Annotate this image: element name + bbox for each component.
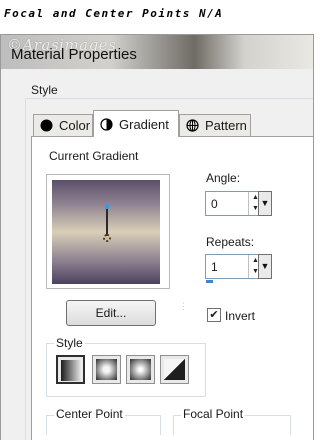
sunburst-swatch: [130, 359, 151, 380]
current-gradient-label: Current Gradient: [49, 149, 139, 163]
linear-swatch: [61, 360, 82, 381]
globe-pattern-icon: [186, 119, 199, 132]
filled-circle-icon: [40, 119, 53, 132]
caption-text: Focal and Center Points N/A: [4, 7, 224, 20]
linear-gradient-icon[interactable]: [56, 355, 85, 384]
angle-needle[interactable]: [106, 205, 108, 236]
center-point-label: Center Point: [54, 407, 125, 421]
invert-label: Invert: [225, 309, 256, 323]
repeats-dropdown-button[interactable]: ▼: [258, 254, 272, 279]
title-bar[interactable]: ©Arasimages Material Properties: [1, 35, 313, 69]
angle-label: Angle:: [206, 171, 241, 185]
edit-gradient-button[interactable]: Edit...: [66, 300, 156, 326]
angle-handle[interactable]: [105, 204, 109, 209]
tab-color-label: Color: [59, 118, 91, 133]
gradient-preview-frame[interactable]: ⋮: [46, 174, 188, 311]
repeats-label: Repeats:: [206, 235, 255, 249]
tab-pattern[interactable]: Pattern: [179, 114, 251, 136]
style-group-label: Style: [54, 336, 85, 350]
sunburst-gradient-icon[interactable]: [126, 355, 155, 384]
half-circle-icon: [100, 117, 113, 131]
tab-color[interactable]: Color: [33, 114, 93, 136]
radial-swatch: [164, 359, 185, 380]
radial-gradient-icon[interactable]: [160, 355, 189, 384]
focal-point-label: Focal Point: [181, 407, 246, 421]
window-title: Material Properties: [11, 46, 137, 63]
repeats-spinbox[interactable]: 1 ▲ ▼: [205, 254, 263, 279]
tab-gradient-label: Gradient: [119, 116, 169, 132]
gradient-preview[interactable]: [52, 180, 160, 284]
section-label: Style: [31, 83, 58, 97]
rectangular-swatch: [96, 359, 117, 380]
tab-pattern-label: Pattern: [205, 118, 247, 133]
invert-checkbox[interactable]: ✔: [207, 308, 221, 322]
grip-icon: ⋮: [179, 301, 188, 311]
repeats-value[interactable]: 1: [211, 260, 218, 274]
angle-value[interactable]: 0: [211, 197, 218, 211]
rectangular-gradient-icon[interactable]: [92, 355, 121, 384]
tab-gradient[interactable]: Gradient: [93, 110, 179, 137]
angle-spinbox[interactable]: 0 ▲ ▼: [205, 191, 263, 216]
gradient-panel-content: Current Gradient ⋮ Angle: 0 ▲ ▼ ▼ Repeat…: [31, 136, 319, 440]
repeats-slider-indicator[interactable]: [206, 280, 213, 283]
angle-dropdown-button[interactable]: ▼: [258, 191, 272, 216]
center-point-handle[interactable]: [103, 234, 111, 242]
